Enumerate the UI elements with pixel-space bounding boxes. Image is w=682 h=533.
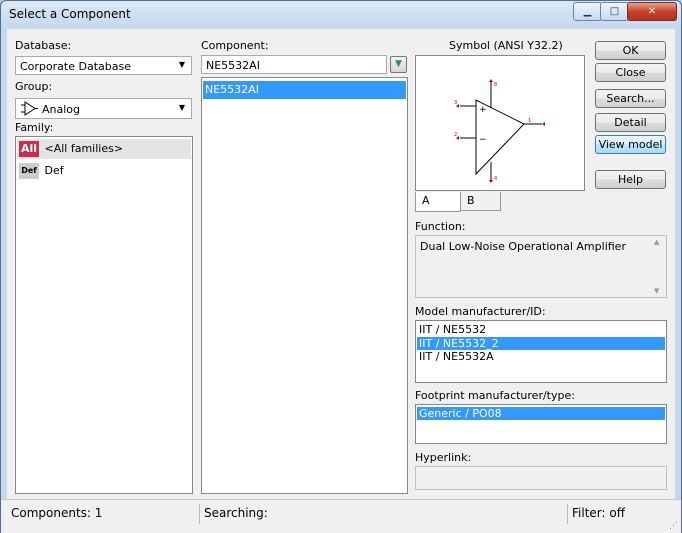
family-label: Family: (15, 121, 54, 134)
all-families-icon: All (19, 141, 39, 157)
status-searching: Searching: (204, 506, 268, 520)
resize-grip-icon[interactable]: ⋰ (669, 521, 678, 531)
family-item-all[interactable]: All <All families> (17, 139, 191, 159)
window-title: Select a Component (9, 7, 131, 21)
tab-b[interactable]: B (460, 192, 501, 211)
family-item-def[interactable]: Def Def (17, 161, 191, 181)
tab-a[interactable]: A (415, 192, 461, 212)
opamp-symbol-icon: + − 3 2 1 8 4 (454, 79, 545, 183)
symbol-label: Symbol (ANSI Y32.2) (449, 39, 563, 52)
model-list[interactable]: IIT / NE5532 IIT / NE5532_2 IIT / NE5532… (415, 320, 667, 383)
chevron-down-icon: ▼ (178, 60, 186, 69)
svg-text:8: 8 (494, 82, 497, 88)
maximize-icon: □ (609, 6, 620, 17)
footprint-label: Footprint manufacturer/type: (415, 389, 575, 402)
symbol-preview: + − 3 2 1 8 4 (415, 55, 585, 191)
ok-button[interactable]: OK (595, 41, 666, 60)
dialog-body: Database: Corporate Database ▼ Group: An… (7, 29, 675, 499)
group-label: Group: (15, 80, 53, 93)
help-button[interactable]: Help (595, 170, 666, 189)
function-scrollbar[interactable]: ▲ ▼ (650, 236, 666, 297)
component-search-input[interactable]: NE5532AI (201, 55, 387, 74)
title-bar[interactable]: Select a Component ▁ □ ✕ (1, 1, 681, 29)
family-item-label: Def (44, 164, 64, 177)
function-box: Dual Low-Noise Operational Amplifier ▲ ▼ (415, 235, 667, 298)
close-icon: ✕ (647, 6, 657, 17)
minimize-button[interactable]: ▁ (573, 2, 602, 21)
minimize-icon: ▁ (583, 6, 592, 17)
footprint-list[interactable]: Generic / PO08 (415, 404, 667, 444)
model-label: Model manufacturer/ID: (415, 305, 546, 318)
component-label: Component: (201, 39, 269, 52)
component-search-value: NE5532AI (206, 59, 260, 72)
svg-text:−: − (479, 135, 487, 145)
database-dropdown[interactable]: Corporate Database ▼ (15, 56, 192, 75)
view-model-button[interactable]: View model (595, 135, 666, 154)
close-button[interactable]: Close (595, 63, 666, 82)
svg-text:2: 2 (454, 132, 457, 138)
def-family-icon: Def (19, 163, 39, 179)
component-list[interactable]: NE5532AI (201, 77, 408, 494)
component-item[interactable]: NE5532AI (203, 81, 406, 99)
chevron-down-icon: ▼ (178, 103, 186, 112)
svg-text:3: 3 (454, 100, 457, 106)
scroll-up-icon[interactable]: ▲ (654, 238, 659, 246)
filter-button[interactable]: ▼ (390, 56, 407, 73)
model-item[interactable]: IIT / NE5532A (417, 350, 665, 364)
database-label: Database: (15, 39, 72, 52)
svg-text:1: 1 (528, 118, 531, 124)
hyperlink-label: Hyperlink: (415, 451, 472, 464)
scroll-down-icon[interactable]: ▼ (654, 287, 659, 295)
status-filter: Filter: off (572, 506, 625, 520)
svg-text:+: + (479, 105, 487, 115)
model-item[interactable]: IIT / NE5532_2 (417, 337, 665, 350)
close-window-button[interactable]: ✕ (627, 2, 677, 21)
function-label: Function: (415, 220, 466, 233)
dialog-window: Select a Component ▁ □ ✕ Database: Corpo… (0, 0, 682, 533)
status-bar: Components: 1 Searching: Filter: off ⋰ (1, 499, 681, 533)
group-dropdown[interactable]: Analog ▼ (15, 98, 192, 119)
model-item[interactable]: IIT / NE5532 (417, 323, 665, 337)
group-value: Analog (42, 103, 81, 116)
family-list[interactable]: All <All families> Def Def (15, 136, 193, 494)
function-text: Dual Low-Noise Operational Amplifier (420, 240, 626, 253)
family-item-label: <All families> (44, 142, 124, 155)
svg-text:4: 4 (494, 176, 497, 182)
status-components: Components: 1 (11, 506, 103, 520)
footprint-item[interactable]: Generic / PO08 (417, 407, 665, 420)
filter-icon: ▼ (395, 59, 402, 69)
database-value: Corporate Database (20, 60, 131, 73)
status-separator (199, 504, 200, 524)
hyperlink-field[interactable] (415, 466, 667, 490)
maximize-button[interactable]: □ (600, 2, 629, 21)
status-separator (567, 504, 568, 524)
analog-opamp-icon (21, 101, 38, 116)
search-button[interactable]: Search... (595, 89, 666, 108)
detail-report-button[interactable]: Detail report (595, 113, 666, 146)
